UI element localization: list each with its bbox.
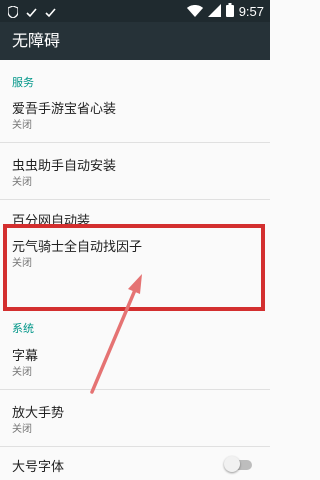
toggle-thumb bbox=[224, 456, 240, 472]
section-header-system: 系统 bbox=[12, 322, 34, 335]
list-item-captions[interactable]: 字幕 关闭 bbox=[0, 345, 270, 387]
highlight-box bbox=[3, 224, 265, 311]
list-item-title: 字幕 bbox=[12, 349, 39, 364]
page-title: 无障碍 bbox=[12, 31, 61, 50]
wifi-icon bbox=[186, 2, 203, 21]
list-item-summary: 关闭 bbox=[12, 424, 32, 435]
list-item-magnification[interactable]: 放大手势 关闭 bbox=[0, 402, 270, 444]
list-item-summary: 关闭 bbox=[12, 177, 32, 188]
status-time: 9:57 bbox=[238, 3, 264, 19]
shield-icon bbox=[7, 3, 19, 22]
section-header-services: 服务 bbox=[12, 76, 34, 89]
divider bbox=[0, 389, 270, 390]
list-item-summary: 关闭 bbox=[12, 120, 32, 131]
list-item-title: 虫虫助手自动安装 bbox=[12, 159, 117, 174]
check-icon bbox=[26, 3, 37, 22]
divider bbox=[0, 199, 270, 200]
signal-icon bbox=[207, 2, 221, 21]
list-item-aiwu[interactable]: 爱吾手游宝省心装 关闭 bbox=[0, 98, 270, 140]
divider bbox=[0, 142, 270, 143]
list-item-chongchong[interactable]: 虫虫助手自动安装 关闭 bbox=[0, 155, 270, 197]
status-bar: 9:57 bbox=[0, 0, 270, 22]
list-item-title: 大号字体 bbox=[12, 460, 65, 475]
check-icon bbox=[45, 3, 56, 22]
large-text-toggle[interactable] bbox=[224, 456, 254, 472]
list-item-title: 放大手势 bbox=[12, 406, 65, 421]
divider bbox=[0, 446, 270, 447]
battery-icon bbox=[225, 2, 234, 21]
list-item-summary: 关闭 bbox=[12, 367, 32, 378]
list-item-title: 爱吾手游宝省心装 bbox=[12, 102, 117, 117]
app-bar: 无障碍 bbox=[0, 22, 270, 60]
